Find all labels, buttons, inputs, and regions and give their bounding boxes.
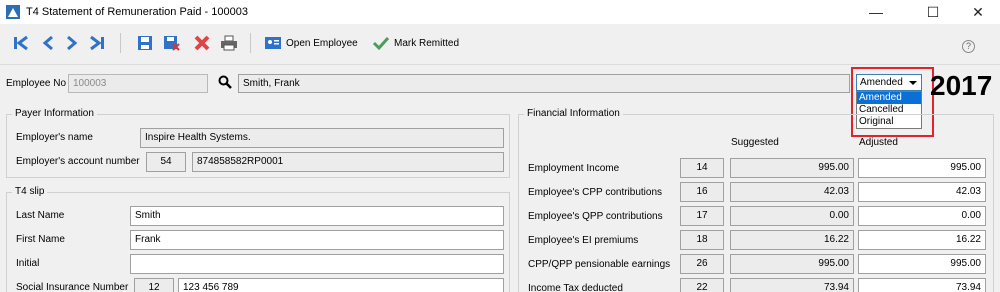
financial-row-label: Employee's QPP contributions (528, 211, 663, 222)
minimize-button[interactable]: — (853, 0, 899, 24)
financial-row-box: 17 (680, 206, 724, 226)
financial-row-label: Employee's EI premiums (528, 235, 639, 246)
save-close-button[interactable] (163, 32, 181, 54)
account-number-label: Employer's account number (16, 156, 140, 167)
financial-row-adjusted[interactable]: 995.00 (858, 254, 986, 274)
open-employee-button[interactable]: Open Employee (264, 32, 358, 54)
window-title: T4 Statement of Remuneration Paid - 1000… (26, 6, 248, 18)
financial-row-suggested: 0.00 (730, 206, 854, 226)
save-icon (138, 36, 152, 50)
employee-name-field: Smith, Frank (238, 74, 850, 93)
financial-row-label: Employee's CPP contributions (528, 187, 663, 198)
sin-box-number: 12 (134, 278, 174, 292)
maximize-button[interactable]: ☐ (910, 0, 956, 24)
open-employee-label: Open Employee (286, 37, 358, 49)
chevron-left-icon (42, 35, 53, 51)
first-record-icon (14, 35, 28, 51)
financial-information-title: Financial Information (524, 108, 623, 119)
divider (0, 64, 1000, 65)
financial-row-box: 26 (680, 254, 724, 274)
financial-row-label: Employment Income (528, 163, 620, 174)
financial-row-adjusted[interactable]: 42.03 (858, 182, 986, 202)
financial-row-suggested: 995.00 (730, 254, 854, 274)
save-button[interactable] (136, 32, 154, 54)
employee-no-field[interactable]: 100003 (68, 74, 208, 93)
employee-no-label: Employee No (6, 78, 67, 89)
mark-remitted-button[interactable]: Mark Remitted (372, 32, 459, 54)
account-box-number: 54 (146, 152, 186, 172)
chevron-right-icon (67, 35, 78, 51)
suggested-column-header: Suggested (731, 137, 779, 148)
financial-row-suggested: 16.22 (730, 230, 854, 250)
last-record-icon (90, 35, 104, 51)
sin-label: Social Insurance Number (16, 282, 129, 292)
app-icon (6, 5, 20, 19)
financial-row-adjusted[interactable]: 0.00 (858, 206, 986, 226)
financial-row-suggested: 73.94 (730, 278, 854, 292)
financial-row-suggested: 42.03 (730, 182, 854, 202)
mark-remitted-label: Mark Remitted (394, 37, 460, 49)
financial-row-suggested: 995.00 (730, 158, 854, 178)
financial-row-box: 16 (680, 182, 724, 202)
employee-card-icon (265, 37, 281, 49)
first-name-label: First Name (16, 234, 65, 245)
sin-input[interactable]: 123 456 789 (178, 278, 504, 292)
last-name-input[interactable]: Smith (130, 206, 504, 226)
financial-row-box: 22 (680, 278, 724, 292)
account-number-field: 874858582RP0001 (192, 152, 504, 172)
delete-icon (194, 35, 210, 51)
toolbar-separator (250, 33, 251, 53)
close-button[interactable]: ✕ (955, 0, 1000, 24)
t4-slip-title: T4 slip (12, 186, 48, 197)
initial-input[interactable] (130, 254, 504, 274)
financial-row-label: CPP/QPP pensionable earnings (528, 259, 671, 270)
search-icon[interactable] (218, 75, 232, 89)
first-record-button[interactable] (12, 32, 30, 54)
financial-row-label: Income Tax deducted (528, 283, 623, 292)
financial-row-adjusted[interactable]: 995.00 (858, 158, 986, 178)
delete-button[interactable] (193, 32, 211, 54)
adjusted-column-header: Adjusted (859, 137, 898, 148)
title-bar: T4 Statement of Remuneration Paid - 1000… (0, 0, 1000, 24)
tax-year: 2017 (930, 70, 993, 101)
save-close-icon (164, 36, 180, 51)
employer-name-label: Employer's name (16, 132, 93, 143)
checkmark-icon (372, 36, 390, 51)
financial-row-adjusted[interactable]: 16.22 (858, 230, 986, 250)
payer-information-title: Payer Information (12, 108, 97, 119)
last-record-button[interactable] (88, 32, 106, 54)
initial-label: Initial (16, 258, 40, 269)
printer-icon (221, 35, 237, 51)
print-button[interactable] (220, 32, 238, 54)
next-record-button[interactable] (64, 32, 80, 54)
previous-record-button[interactable] (40, 32, 56, 54)
toolbar-separator (120, 33, 121, 53)
financial-row-adjusted[interactable]: 73.94 (858, 278, 986, 292)
first-name-input[interactable]: Frank (130, 230, 504, 250)
toolbar: Open Employee Mark Remitted (0, 24, 1000, 64)
financial-row-box: 14 (680, 158, 724, 178)
financial-row-box: 18 (680, 230, 724, 250)
help-icon[interactable]: ? (962, 40, 975, 53)
last-name-label: Last Name (16, 210, 65, 221)
employer-name-field: Inspire Health Systems. (140, 128, 504, 148)
